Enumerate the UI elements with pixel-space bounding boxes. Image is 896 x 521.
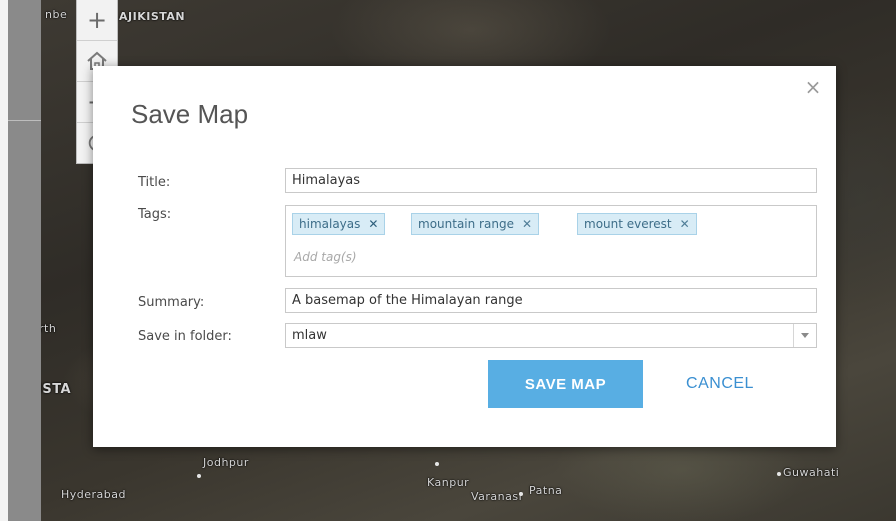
chevron-down-icon[interactable] (793, 324, 816, 347)
tag-chip: mountain range ✕ (411, 213, 540, 235)
remove-tag-icon[interactable]: ✕ (680, 214, 690, 234)
title-input[interactable]: Himalayas (285, 168, 817, 193)
folder-label: Save in folder: (138, 329, 232, 344)
folder-select-value: mlaw (292, 328, 327, 343)
cancel-button[interactable]: CANCEL (668, 360, 772, 408)
summary-label: Summary: (138, 295, 205, 310)
tags-placeholder[interactable]: Add tag(s) (294, 250, 357, 264)
title-label: Title: (138, 175, 171, 190)
tag-chip: himalayas ✕ (292, 213, 386, 235)
folder-select[interactable]: mlaw (285, 323, 817, 348)
remove-tag-icon[interactable]: ✕ (522, 214, 532, 234)
close-icon[interactable]: × (804, 77, 822, 97)
dialog-title: Save Map (131, 99, 249, 129)
save-map-button[interactable]: SAVE MAP (488, 360, 643, 408)
remove-tag-icon[interactable]: ✕ (368, 214, 378, 234)
save-map-dialog: × Save Map Title: Himalayas Tags: himala… (93, 66, 836, 447)
tag-chip: mount everest ✕ (577, 213, 697, 235)
tags-label: Tags: (138, 207, 172, 222)
summary-input[interactable]: A basemap of the Himalayan range (285, 288, 817, 313)
tags-input[interactable]: himalayas ✕ mountain range ✕ mount evere… (285, 205, 817, 277)
modal-overlay: × Save Map Title: Himalayas Tags: himala… (0, 0, 896, 521)
